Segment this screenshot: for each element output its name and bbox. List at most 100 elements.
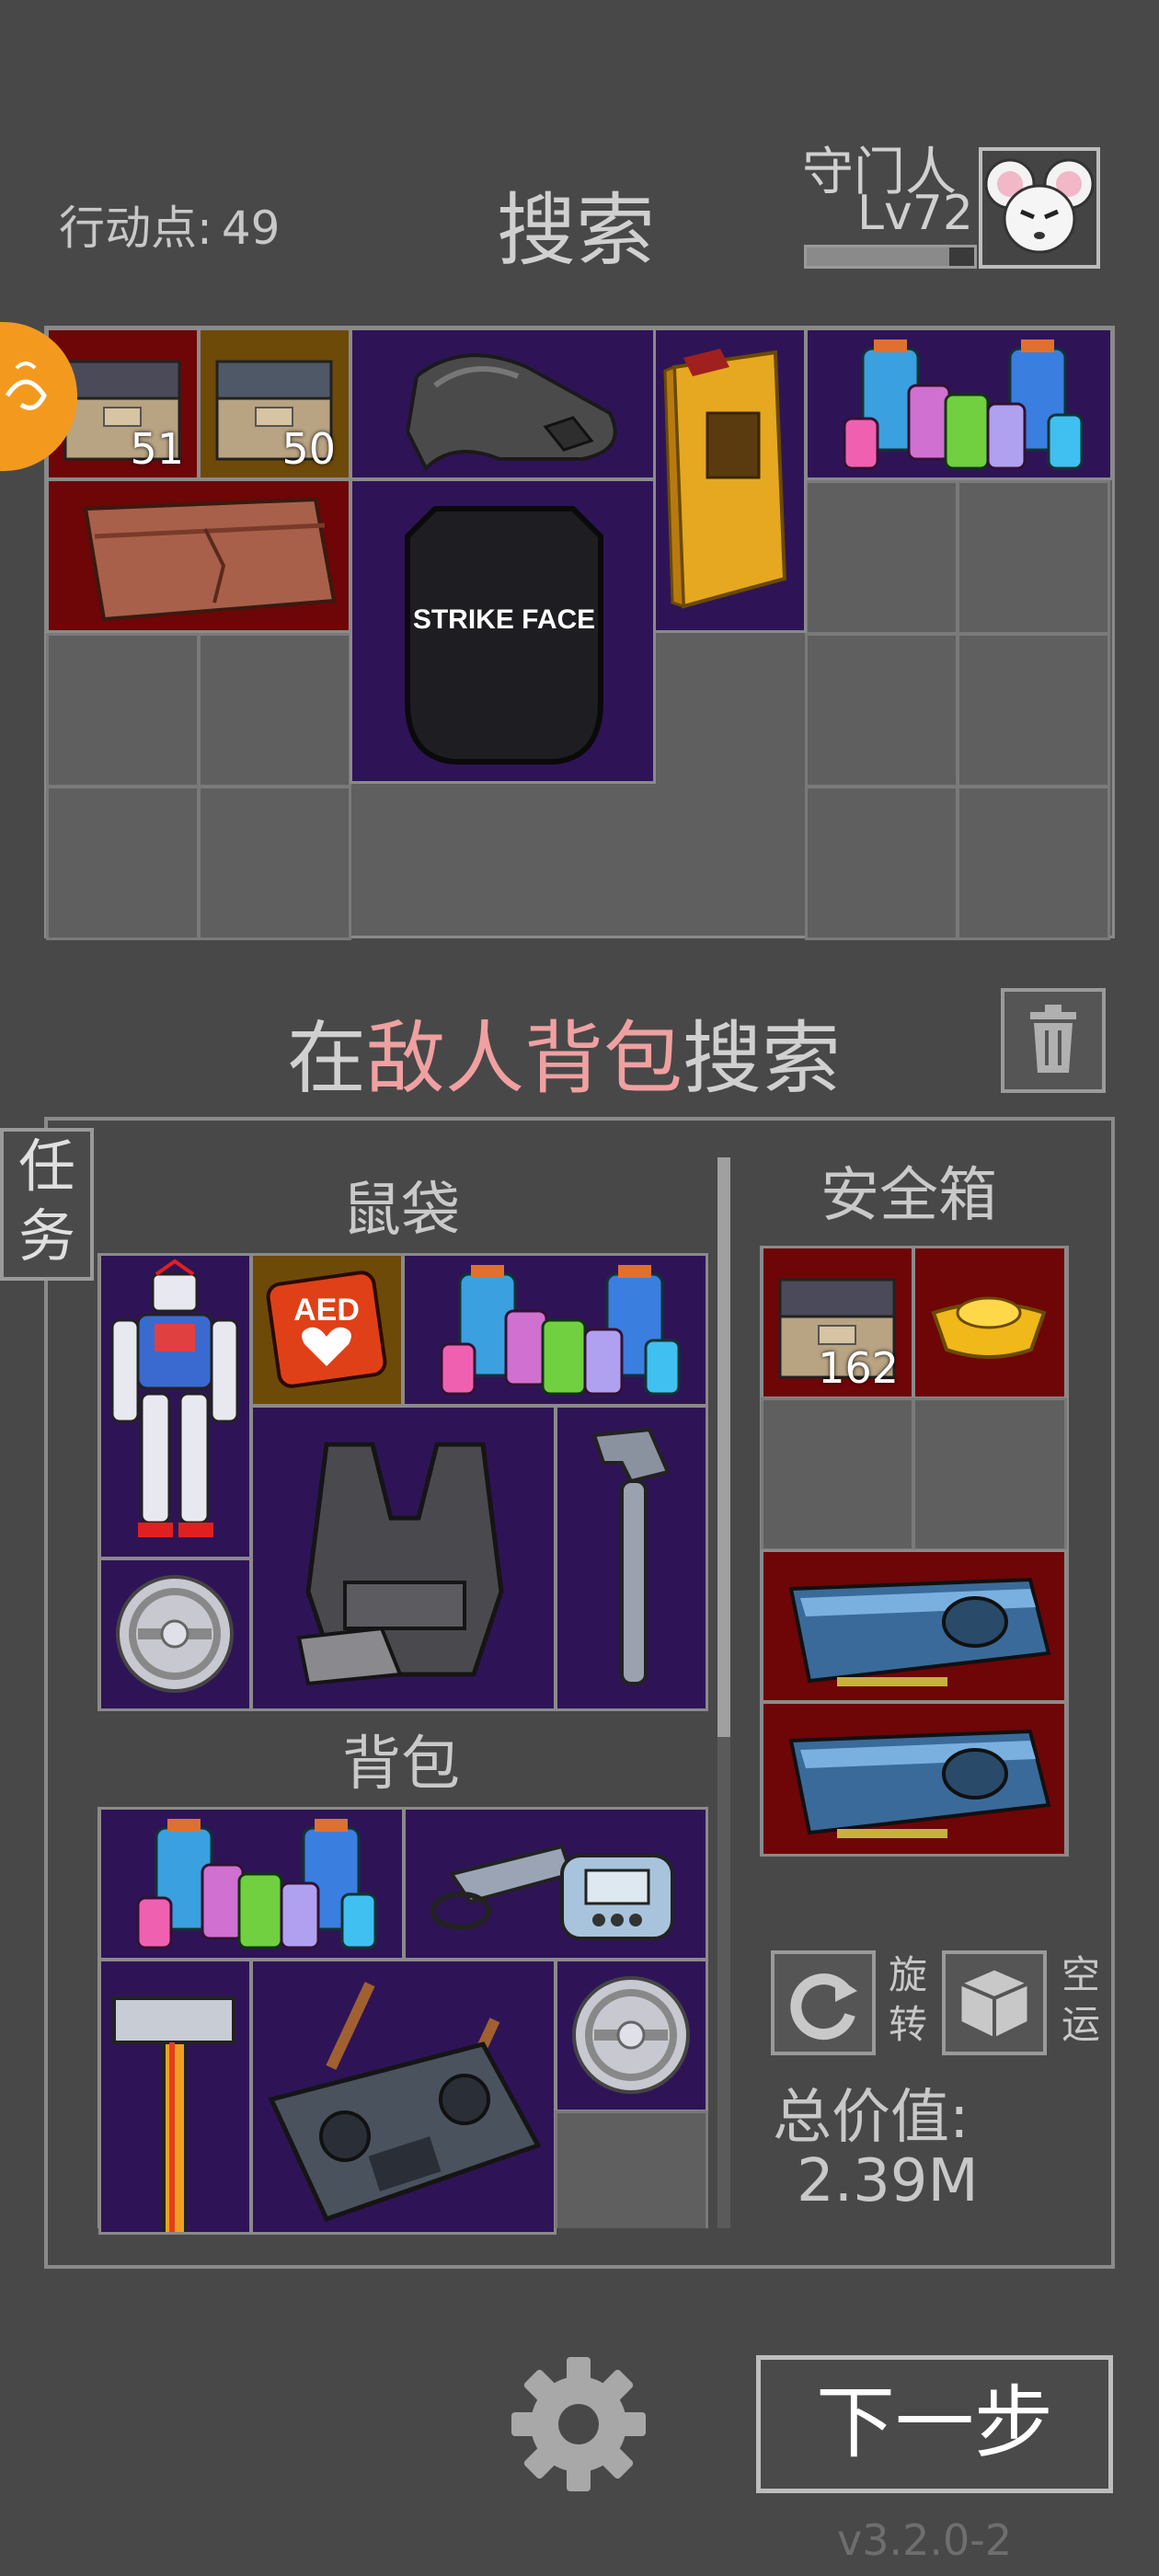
safe-box-empty-cell[interactable] xyxy=(912,1397,1067,1551)
loot-item-ammo-box[interactable]: 50 xyxy=(198,328,351,480)
mouse-bag-title: 鼠袋 xyxy=(342,1177,460,1245)
gear-icon xyxy=(511,2357,646,2491)
helmet-icon xyxy=(405,353,617,472)
safe-box-empty-cell[interactable] xyxy=(761,1397,914,1551)
armor-plate-icon: STRIKE FACE xyxy=(405,506,603,765)
package-box-icon xyxy=(958,1967,1030,2041)
loot-empty-cell[interactable] xyxy=(198,786,351,940)
loot-item-helmet[interactable] xyxy=(350,328,656,480)
tactical-vest-icon xyxy=(296,1442,504,1686)
airlift-button[interactable] xyxy=(942,1950,1047,2055)
mouse-bag-item-aed[interactable]: AED xyxy=(250,1253,404,1407)
rotate-button[interactable] xyxy=(771,1950,876,2055)
airlift-label-1: 空 xyxy=(1061,1952,1101,1997)
backpack-title: 背包 xyxy=(342,1731,460,1799)
tab-quests-label-1: 任 xyxy=(17,1133,75,1200)
item-quantity: 162 xyxy=(818,1343,899,1393)
graphics-card-icon xyxy=(788,1577,1051,1686)
loot-item-leather-folder[interactable] xyxy=(46,478,351,633)
trash-icon xyxy=(1030,1005,1076,1073)
backpack-item-hammer[interactable] xyxy=(98,1959,252,2235)
rotate-label: 旋 转 xyxy=(889,1950,927,2050)
safe-box-item-ammo[interactable]: 162 xyxy=(761,1246,914,1399)
mouse-bag-item-vest[interactable] xyxy=(250,1405,557,1711)
action-points-value: 49 xyxy=(221,201,281,255)
aed-icon: AED xyxy=(266,1271,387,1388)
event-badge[interactable] xyxy=(0,322,77,471)
action-points-text: 行动点: xyxy=(59,201,212,255)
gold-ingot-icon xyxy=(931,1296,1047,1359)
next-step-label: 下一步 xyxy=(816,2377,1053,2469)
version-label: v3.2.0-2 xyxy=(837,2515,1013,2565)
coin-icon xyxy=(116,1575,234,1693)
player-level: Lv72 xyxy=(857,186,973,241)
graphics-card-icon xyxy=(788,1729,1051,1838)
total-value: 2.39M xyxy=(797,2147,979,2215)
bag-scrollbar-thumb[interactable] xyxy=(717,1157,730,1737)
backpack-item-gadget[interactable] xyxy=(403,1807,708,1961)
potion-bottles-icon xyxy=(136,1819,377,1949)
mouse-bag-item-wrench[interactable] xyxy=(555,1405,708,1711)
item-quantity: 51 xyxy=(130,424,184,474)
next-step-button[interactable]: 下一步 xyxy=(756,2355,1113,2493)
level-progress-fill xyxy=(807,247,949,266)
rotate-icon xyxy=(790,1973,857,2041)
potion-bottles-icon xyxy=(843,339,1084,470)
armor-plate-text: STRIKE FACE xyxy=(413,604,595,635)
safe-box-item-gold[interactable] xyxy=(912,1246,1067,1399)
loot-empty-cell[interactable] xyxy=(198,633,351,788)
backpack-empty-cell[interactable] xyxy=(555,2110,708,2228)
hammer-icon xyxy=(112,1996,235,2232)
mouse-bag-item-robot[interactable] xyxy=(98,1253,252,1559)
gadget-icon xyxy=(430,1844,674,1940)
search-heading-highlight: 敌人背包 xyxy=(366,1013,683,1105)
coin-icon xyxy=(572,1976,690,2094)
loot-empty-cell[interactable] xyxy=(805,786,958,940)
search-heading: 在敌人背包搜索 xyxy=(287,994,841,1109)
rotate-label-1: 旋 xyxy=(889,1952,928,1997)
mouse-avatar-icon xyxy=(984,158,1095,254)
loot-empty-cell[interactable] xyxy=(957,786,1110,940)
aed-label: AED xyxy=(293,1293,360,1328)
total-value-label: 总价值: xyxy=(773,2084,970,2152)
settings-button[interactable] xyxy=(508,2353,649,2495)
tab-quests-label-2: 务 xyxy=(17,1202,75,1270)
backpack-item-coin[interactable] xyxy=(555,1959,708,2112)
rotate-label-2: 转 xyxy=(889,2002,928,2047)
book-icon xyxy=(663,349,787,609)
bag-scrollbar[interactable] xyxy=(717,1157,730,2228)
safe-box-item-gpu[interactable] xyxy=(761,1549,1067,1703)
potion-bottles-icon xyxy=(440,1265,681,1396)
loot-item-potions[interactable] xyxy=(805,328,1113,480)
airlift-label: 空 运 xyxy=(1061,1950,1100,2050)
pipe-wrench-icon xyxy=(591,1427,671,1685)
safe-box-title: 安全箱 xyxy=(820,1162,997,1230)
loot-item-book[interactable] xyxy=(653,328,807,633)
search-heading-suffix: 搜索 xyxy=(683,1013,841,1105)
loot-item-armor-plate[interactable]: STRIKE FACE xyxy=(350,478,656,784)
mouse-bag-item-coin[interactable] xyxy=(98,1558,252,1711)
loot-empty-cell[interactable] xyxy=(46,786,200,940)
avatar[interactable] xyxy=(979,147,1100,269)
level-progress-bar xyxy=(804,245,977,269)
action-points-label: 行动点: 49 xyxy=(59,191,280,258)
search-heading-prefix: 在 xyxy=(287,1013,366,1105)
safe-box-item-gpu[interactable] xyxy=(761,1701,1067,1857)
loot-empty-cell[interactable] xyxy=(805,633,958,788)
trash-button[interactable] xyxy=(1001,988,1106,1093)
swirl-icon xyxy=(5,362,47,410)
loot-empty-cell[interactable] xyxy=(805,480,958,635)
page-title: 搜索 xyxy=(497,185,655,277)
loot-empty-cell[interactable] xyxy=(46,633,200,788)
mouse-bag-item-potions[interactable] xyxy=(402,1253,708,1407)
remote-controller-icon xyxy=(268,1982,542,2223)
loot-empty-cell[interactable] xyxy=(957,633,1110,788)
backpack-item-potions[interactable] xyxy=(98,1807,405,1961)
leather-folder-icon xyxy=(83,497,337,622)
robot-figure-icon xyxy=(110,1259,239,1537)
tab-quests[interactable]: 任 务 xyxy=(0,1128,94,1281)
backpack-item-controller[interactable] xyxy=(250,1959,557,2235)
item-quantity: 50 xyxy=(281,424,336,474)
loot-empty-cell[interactable] xyxy=(957,480,1110,635)
airlift-label-2: 运 xyxy=(1061,2002,1101,2047)
